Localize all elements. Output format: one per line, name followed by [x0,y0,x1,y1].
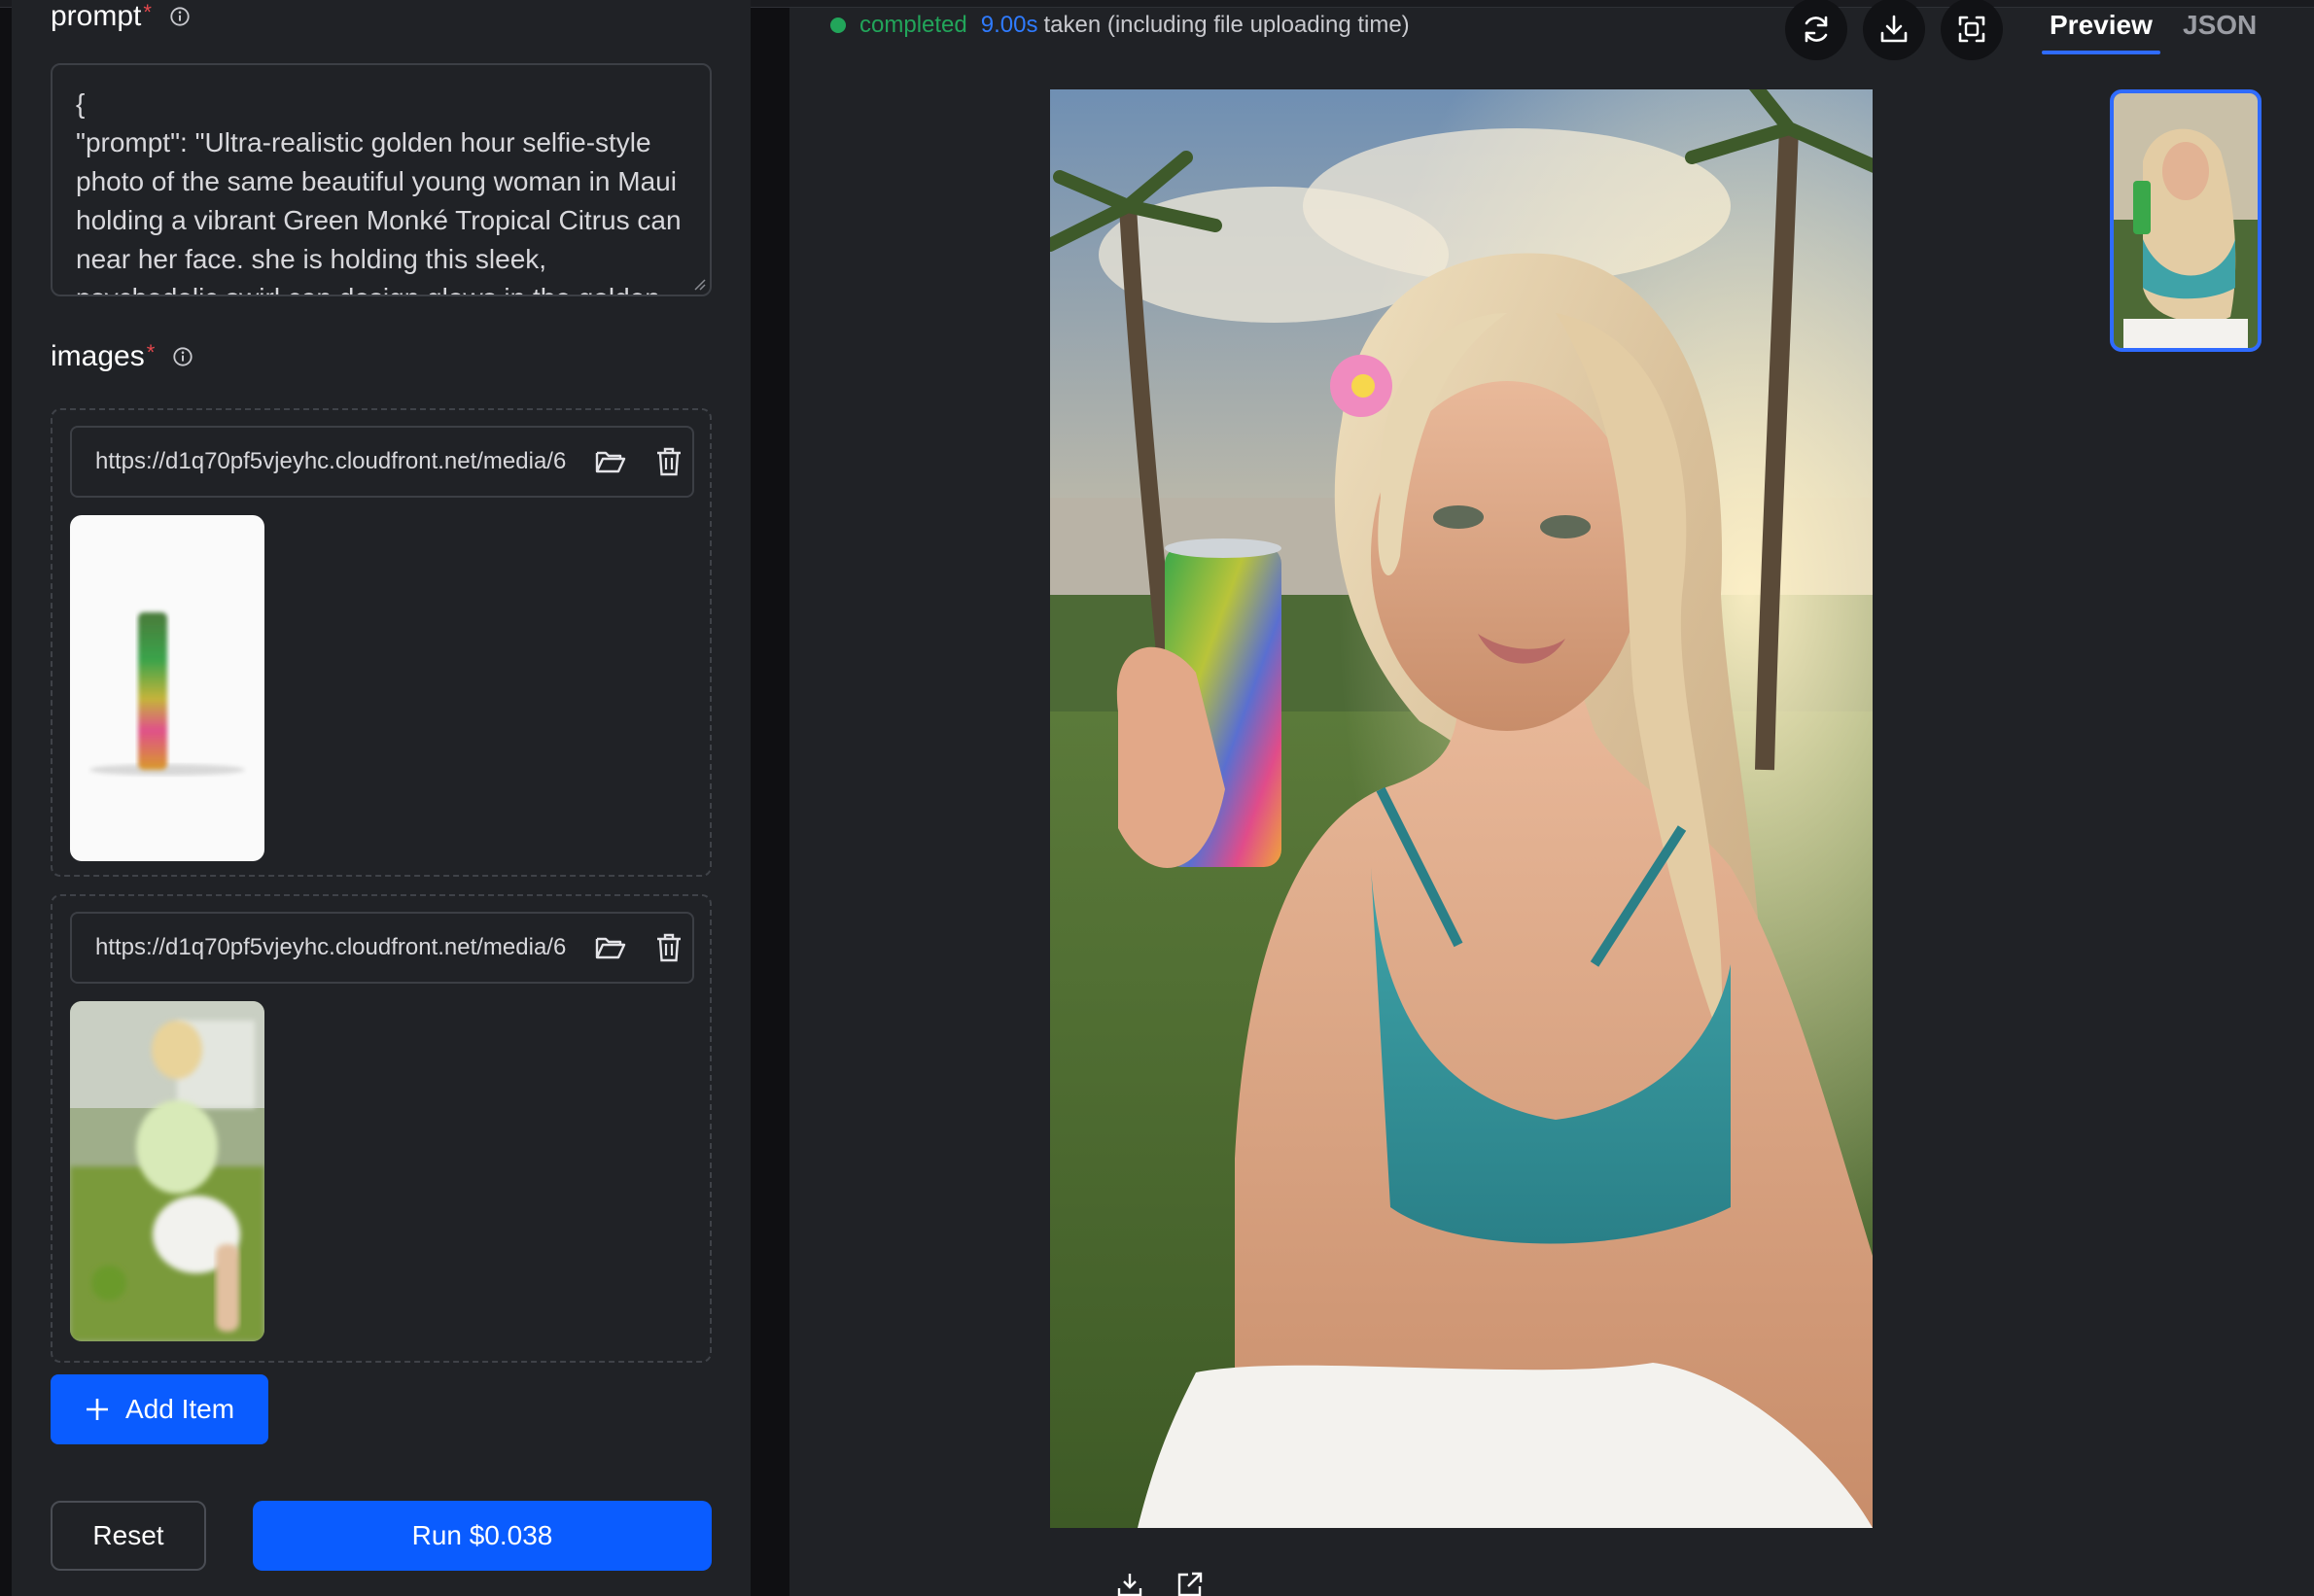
add-item-label: Add Item [124,1394,235,1424]
tab-json[interactable]: JSON [2183,10,2257,41]
image-item: https://d1q70pf5vjeyhc.cloudfront.net/me… [51,408,712,877]
run-button[interactable]: Run $0.038 [253,1501,712,1571]
image-url-field[interactable]: https://d1q70pf5vjeyhc.cloudfront.net/me… [70,426,694,498]
output-image[interactable] [1050,89,1873,1528]
required-marker: * [143,0,152,24]
status-dot-icon [830,17,846,33]
open-external-icon[interactable] [1171,1567,1210,1596]
folder-open-icon[interactable] [591,442,630,481]
download-button[interactable] [1863,0,1925,60]
image-url-field[interactable]: https://d1q70pf5vjeyhc.cloudfront.net/me… [70,912,694,984]
trash-icon[interactable] [649,928,688,967]
info-icon[interactable] [169,6,191,27]
image-thumbnail-person[interactable] [70,1001,264,1341]
fullscreen-button[interactable] [1941,0,2003,60]
status-line: completed 9.00s taken (including file up… [830,12,1410,39]
resize-grip-icon[interactable] [690,275,706,291]
images-label-text: images [51,340,145,372]
status-text: completed [859,12,967,38]
output-panel: completed 9.00s taken (including file up… [789,0,2314,1596]
required-marker: * [146,340,156,364]
download-image-icon[interactable] [1110,1567,1149,1596]
prompt-label-text: prompt [51,0,142,32]
image-item: https://d1q70pf5vjeyhc.cloudfront.net/me… [51,894,712,1363]
status-note: taken (including file uploading time) [1043,12,1410,38]
tab-preview[interactable]: Preview [2050,10,2153,41]
image-url-value[interactable]: https://d1q70pf5vjeyhc.cloudfront.net/me… [95,448,572,475]
prompt-textarea-value[interactable]: { "prompt": "Ultra-realistic golden hour… [53,65,710,295]
prompt-label: prompt * [51,0,191,33]
info-icon[interactable] [172,346,193,367]
prompt-textarea[interactable]: { "prompt": "Ultra-realistic golden hour… [51,63,712,296]
add-item-button[interactable]: Add Item [51,1374,268,1444]
fullscreen-icon [1958,16,1985,43]
status-time: 9.00s [980,12,1038,38]
output-thumbnail[interactable] [2110,89,2261,352]
image-url-value[interactable]: https://d1q70pf5vjeyhc.cloudfront.net/me… [95,934,572,961]
download-icon [1880,15,1908,43]
input-panel: prompt * { "prompt": "Ultra-realistic go… [12,0,751,1596]
active-tab-indicator [2042,51,2160,54]
trash-icon[interactable] [649,442,688,481]
refresh-button[interactable] [1785,0,1847,60]
image-thumbnail-can[interactable] [70,515,264,861]
app-root: prompt * { "prompt": "Ultra-realistic go… [0,0,2314,1596]
reset-button[interactable]: Reset [51,1501,206,1571]
refresh-icon [1805,16,1828,43]
images-label: images * [51,340,193,373]
plus-icon [86,1399,108,1420]
folder-open-icon[interactable] [591,928,630,967]
